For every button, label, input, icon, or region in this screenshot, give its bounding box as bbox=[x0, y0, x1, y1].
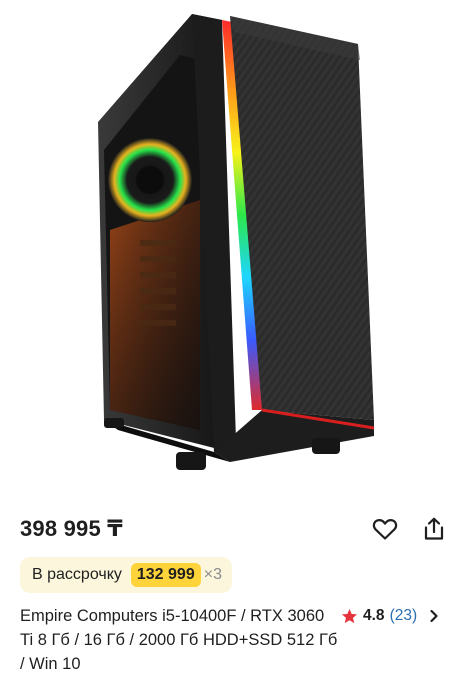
heart-icon bbox=[372, 519, 398, 540]
product-image[interactable] bbox=[0, 0, 471, 495]
price-row: 398 995 ₸ bbox=[20, 512, 451, 546]
installment-multiplier: ×3 bbox=[203, 566, 222, 583]
share-icon bbox=[424, 517, 444, 540]
share-button[interactable] bbox=[417, 512, 451, 546]
installment-label: В рассрочку bbox=[32, 566, 122, 583]
star-icon bbox=[341, 608, 358, 623]
title-row: Empire Computers i5-10400F / RTX 3060 Ti… bbox=[20, 604, 451, 676]
favorite-button[interactable] bbox=[368, 512, 402, 546]
installment-amount: 132 999 bbox=[130, 563, 201, 587]
product-price: 398 995 ₸ bbox=[20, 516, 123, 541]
review-count: (23) bbox=[389, 607, 418, 624]
rating-link[interactable]: 4.8 (23) bbox=[341, 607, 439, 625]
product-title[interactable]: Empire Computers i5-10400F / RTX 3060 Ti… bbox=[20, 604, 338, 676]
rating-score: 4.8 bbox=[363, 607, 385, 624]
chevron-right-icon bbox=[430, 609, 438, 623]
installment-offer[interactable]: В рассрочку 132 999 ×3 bbox=[20, 557, 232, 593]
